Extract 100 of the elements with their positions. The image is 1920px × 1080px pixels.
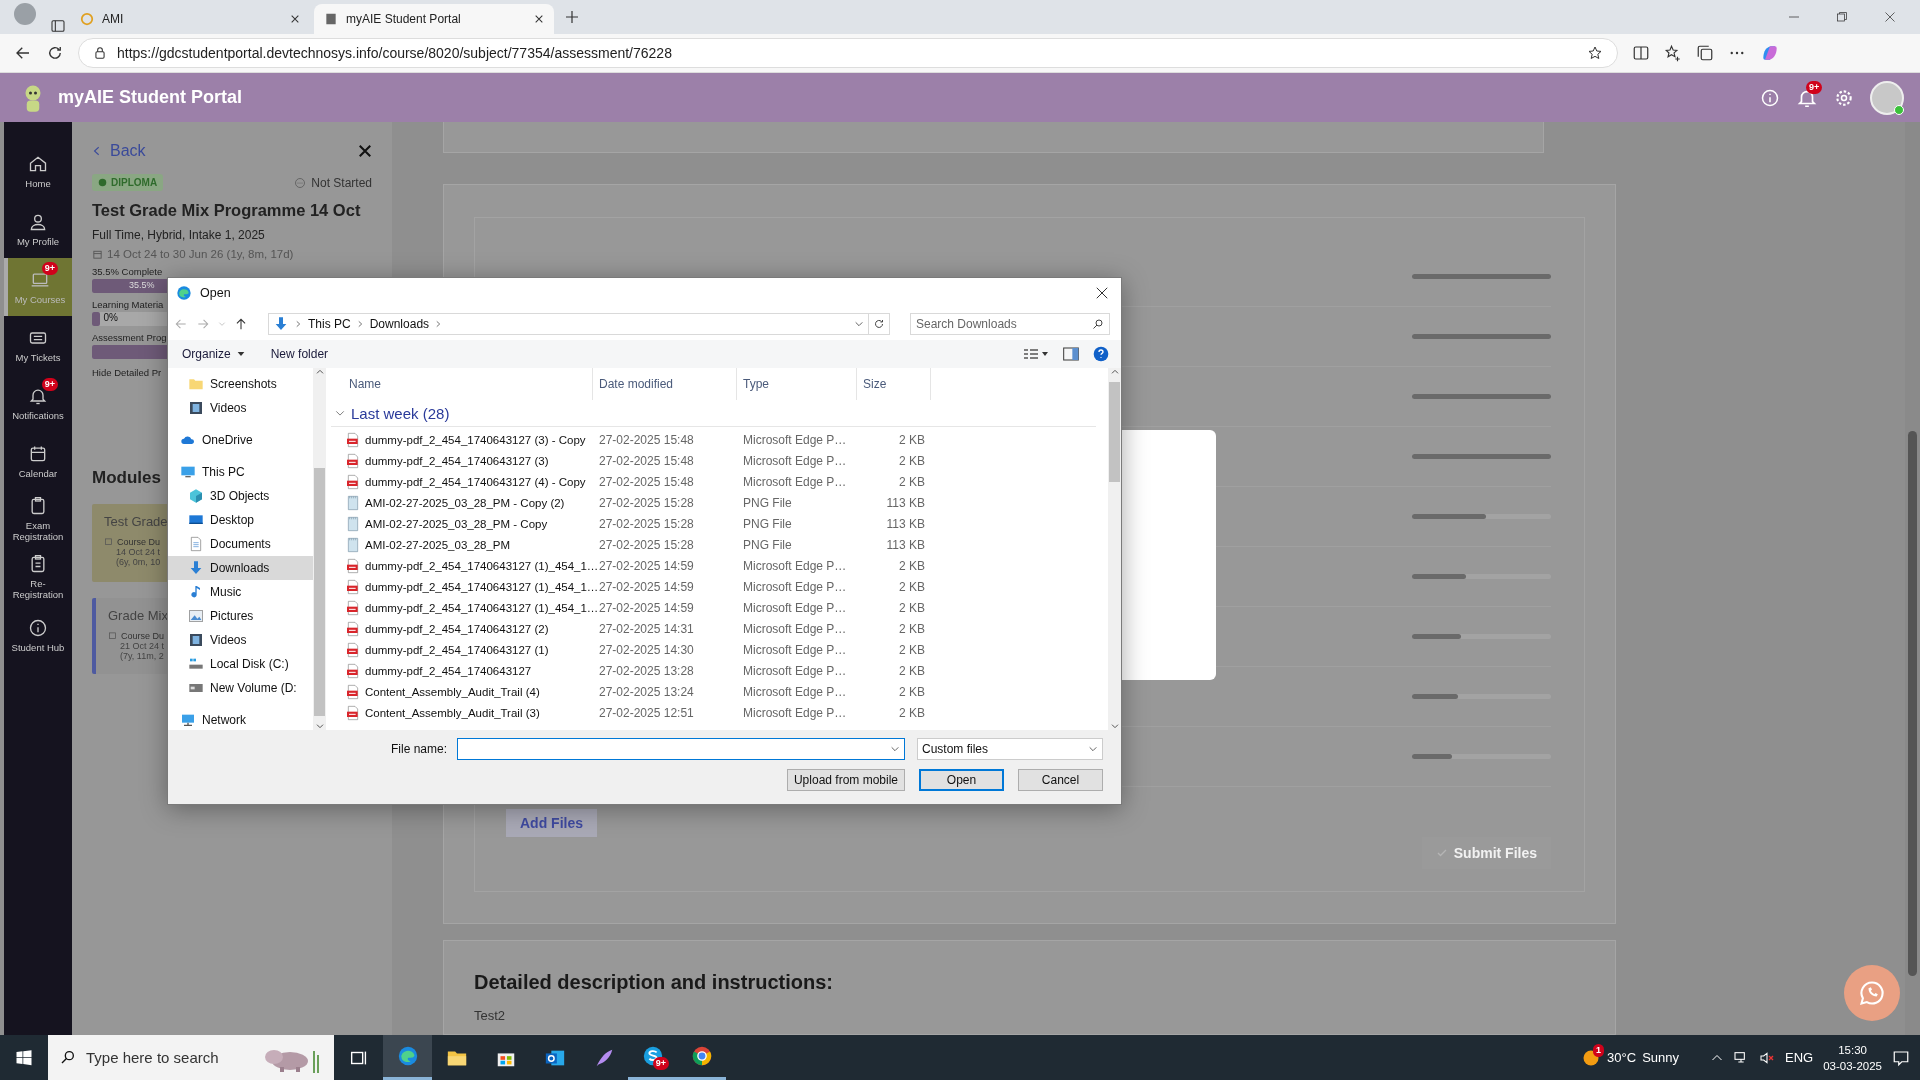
sidebar-item[interactable]: My Tickets (4, 316, 72, 374)
chevron-down-icon[interactable] (335, 408, 345, 418)
nav-item[interactable]: OneDrive (168, 428, 313, 452)
sidebar-item[interactable]: Home (4, 142, 72, 200)
nav-item[interactable]: Downloads (168, 556, 313, 580)
new-tab-icon[interactable] (564, 9, 580, 25)
user-avatar[interactable] (1870, 80, 1904, 115)
chevron-up-icon[interactable] (315, 368, 324, 376)
file-name[interactable]: dummy-pdf_2_454_1740643127 (2) (365, 622, 549, 635)
sidebar-item[interactable]: Re-Registration (4, 548, 72, 606)
file-name[interactable]: dummy-pdf_2_454_1740643127 (3) - Copy (365, 433, 586, 446)
chevron-down-icon[interactable] (315, 722, 324, 730)
address-bar[interactable]: https://gdcstudentportal.devtechnosys.info/course/8020/subject/77354/assessment/76228 (78, 38, 1618, 68)
column-header[interactable]: Date modified (593, 368, 737, 400)
file-name[interactable]: AMI-02-27-2025_03_28_PM - Copy (365, 517, 548, 530)
file-name[interactable]: AMI-02-27-2025_03_28_PM (365, 538, 511, 551)
address-field[interactable]: This PC Downloads (268, 313, 869, 335)
toggle-link[interactable]: Hide Detailed Pr (92, 367, 162, 378)
scrollbar[interactable] (1905, 122, 1920, 1035)
nav-item[interactable]: Documents (168, 532, 313, 556)
taskbar-search-field[interactable]: Type here to search (48, 1035, 334, 1080)
file-name[interactable]: dummy-pdf_2_454_1740643127 (365, 664, 532, 677)
sidebar-item[interactable]: Student Hub (4, 606, 72, 664)
dropdown-icon[interactable] (854, 319, 864, 329)
browser-tab[interactable]: myAIE Student Portal (314, 4, 554, 34)
sidebar-item[interactable]: Calendar (4, 432, 72, 490)
settings-icon[interactable] (1834, 87, 1854, 108)
restore-icon[interactable] (1836, 11, 1848, 23)
scrollbar-thumb[interactable] (1109, 382, 1120, 482)
nav-item[interactable]: Pictures (168, 604, 313, 628)
speaker-muted-icon[interactable] (1759, 1049, 1775, 1066)
view-options-icon[interactable] (1023, 347, 1049, 361)
copilot-icon[interactable] (1760, 43, 1780, 63)
column-header[interactable]: Name (331, 368, 593, 400)
file-name[interactable]: Content_Assembly_Audit_Trail (4) (365, 685, 540, 698)
nav-item[interactable]: Screenshots (168, 372, 313, 396)
scrollbar[interactable] (313, 368, 326, 730)
close-icon[interactable] (290, 14, 300, 24)
file-name[interactable]: dummy-pdf_2_454_1740643127 (1)_454_1… (365, 580, 599, 593)
close-icon[interactable] (1884, 11, 1896, 23)
new-folder-button[interactable]: New folder (268, 345, 331, 363)
dropdown-icon[interactable] (890, 744, 900, 754)
windows-start-icon[interactable] (15, 1048, 33, 1067)
file-name[interactable]: Content_Assembly_Audit_Trail (3) (365, 706, 540, 719)
organize-menu[interactable]: Organize (180, 345, 247, 363)
clock-date[interactable]: 03-03-2025 (1823, 1057, 1882, 1074)
nav-item[interactable]: Music (168, 580, 313, 604)
search-field[interactable]: Search Downloads (910, 313, 1110, 335)
column-header[interactable]: Type (737, 368, 857, 400)
file-name[interactable]: dummy-pdf_2_454_1740643127 (3) (365, 454, 549, 467)
star-icon[interactable] (1587, 45, 1603, 61)
nav-item[interactable]: This PC (168, 460, 313, 484)
close-icon[interactable] (534, 14, 544, 24)
file-name-field[interactable] (457, 738, 905, 760)
breadcrumb[interactable]: This PC (308, 317, 351, 331)
column-header[interactable]: Size (857, 368, 931, 400)
dialog-button[interactable]: Cancel (1018, 769, 1103, 791)
file-name[interactable]: dummy-pdf_2_454_1740643127 (1)_454_1… (365, 601, 599, 614)
sidebar-item[interactable]: Notifications 9+ (4, 374, 72, 432)
nav-item[interactable]: Desktop (168, 508, 313, 532)
file-name[interactable]: AMI-02-27-2025_03_28_PM - Copy (2) (365, 496, 565, 509)
nav-item[interactable]: Videos (168, 628, 313, 652)
sidebar-item[interactable]: Exam Registration (4, 490, 72, 548)
nav-item[interactable]: Local Disk (C:) (168, 652, 313, 676)
taskbar-app[interactable]: 9+ (628, 1035, 677, 1080)
up-arrow-icon[interactable] (234, 317, 248, 331)
sidebar-item[interactable]: My Profile (4, 200, 72, 258)
nav-item[interactable]: Videos (168, 396, 313, 420)
dialog-button[interactable]: Open (919, 769, 1004, 791)
nav-item[interactable]: Network (168, 708, 313, 730)
browser-tab[interactable]: AMI (70, 4, 310, 34)
nav-item[interactable]: New Volume (D: (168, 676, 313, 700)
dialog-button[interactable]: Upload from mobile (786, 769, 905, 791)
clock-time[interactable]: 15:30 (1838, 1041, 1867, 1058)
chevron-down-icon[interactable] (1110, 722, 1119, 730)
file-name[interactable]: dummy-pdf_2_454_1740643127 (1)_454_1… (365, 559, 599, 572)
nav-item[interactable]: 3D Objects (168, 484, 313, 508)
file-name[interactable]: dummy-pdf_2_454_1740643127 (4) - Copy (365, 475, 586, 488)
scrollbar-thumb[interactable] (314, 468, 325, 716)
refresh-icon[interactable] (46, 44, 64, 62)
info-icon[interactable] (1760, 87, 1780, 108)
notification-center-icon[interactable] (1892, 1048, 1910, 1067)
sidebar-item[interactable]: My Courses 9+ (4, 258, 72, 316)
scrollbar[interactable] (1108, 368, 1121, 730)
help-icon[interactable] (1093, 346, 1109, 362)
preview-pane-icon[interactable] (1063, 347, 1079, 361)
close-icon[interactable] (358, 144, 372, 158)
file-name-label: File name: (390, 742, 447, 756)
collections-icon[interactable] (1696, 44, 1714, 62)
language-indicator[interactable]: ENG (1785, 1050, 1814, 1065)
split-screen-icon[interactable] (1632, 44, 1650, 62)
file-name[interactable]: dummy-pdf_2_454_1740643127 (1) (365, 643, 549, 656)
favorites-icon[interactable] (1664, 44, 1682, 62)
tab-actions-icon[interactable] (50, 18, 66, 34)
group-header[interactable]: Last week (28) (351, 404, 450, 422)
scrollbar-thumb[interactable] (1908, 431, 1917, 976)
chevron-up-icon[interactable] (1110, 368, 1119, 376)
file-type-dropdown[interactable]: Custom files (917, 738, 1103, 760)
refresh-icon[interactable] (873, 318, 885, 330)
breadcrumb[interactable]: Downloads (369, 317, 430, 331)
